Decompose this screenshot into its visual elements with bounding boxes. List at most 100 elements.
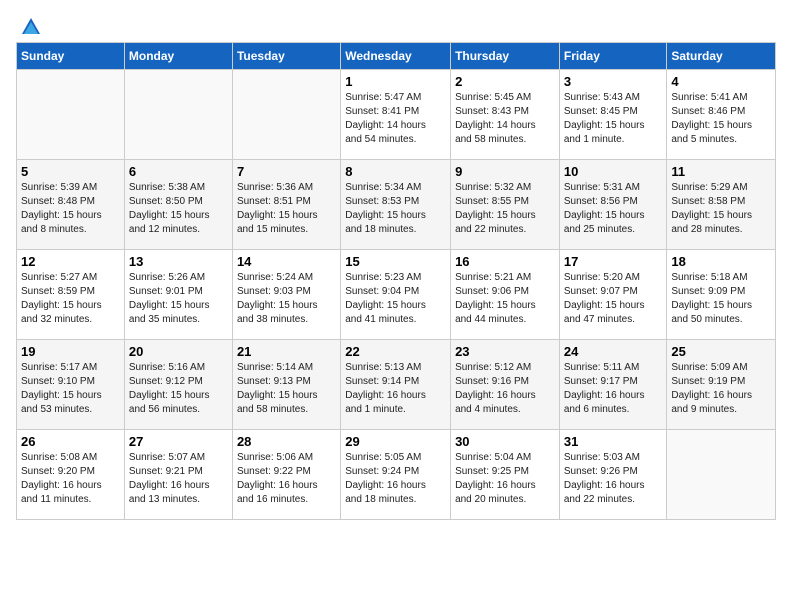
day-info: Sunrise: 5:06 AM Sunset: 9:22 PM Dayligh… [237, 451, 336, 507]
day-info: Sunrise: 5:04 AM Sunset: 9:25 PM Dayligh… [455, 451, 555, 507]
day-cell: 30Sunrise: 5:04 AM Sunset: 9:25 PM Dayli… [451, 430, 560, 520]
day-cell: 29 Sunrise: 5:05 AM Sunset: 9:24 PM Dayli… [341, 430, 451, 520]
day-info: Sunrise: 5:11 AM Sunset: 9:17 PM Dayligh… [564, 361, 663, 417]
day-cell: 28 Sunrise: 5:06 AM Sunset: 9:22 PM Dayli… [232, 430, 340, 520]
day-number: 3 [564, 74, 663, 89]
header-monday: Monday [124, 43, 232, 70]
week-row-2: 5 Sunrise: 5:39 AM Sunset: 8:48 PM Daylig… [17, 160, 776, 250]
day-cell [232, 70, 340, 160]
day-number: 18 [671, 254, 771, 269]
day-info: Sunrise: 5:05 AM Sunset: 9:24 PM Dayligh… [345, 451, 446, 507]
day-info: Sunrise: 5:41 AM Sunset: 8:46 PM Dayligh… [671, 91, 771, 147]
day-cell: 6Sunrise: 5:38 AM Sunset: 8:50 PM Daylig… [124, 160, 232, 250]
day-cell: 14 Sunrise: 5:24 AM Sunset: 9:03 PM Dayli… [232, 250, 340, 340]
header-thursday: Thursday [451, 43, 560, 70]
day-info: Sunrise: 5:26 AM Sunset: 9:01 PM Dayligh… [129, 271, 228, 327]
day-cell: 31 Sunrise: 5:03 AM Sunset: 9:26 PM Dayli… [559, 430, 667, 520]
day-cell: 19Sunrise: 5:17 AM Sunset: 9:10 PM Dayli… [17, 340, 125, 430]
day-cell [124, 70, 232, 160]
day-cell: 22Sunrise: 5:13 AM Sunset: 9:14 PM Dayli… [341, 340, 451, 430]
day-info: Sunrise: 5:43 AM Sunset: 8:45 PM Dayligh… [564, 91, 663, 147]
day-number: 6 [129, 164, 228, 179]
day-cell: 27Sunrise: 5:07 AM Sunset: 9:21 PM Dayli… [124, 430, 232, 520]
day-info: Sunrise: 5:14 AM Sunset: 9:13 PM Dayligh… [237, 361, 336, 417]
day-number: 17 [564, 254, 663, 269]
day-number: 29 [345, 434, 446, 449]
day-number: 10 [564, 164, 663, 179]
day-number: 12 [21, 254, 120, 269]
day-cell: 26 Sunrise: 5:08 AM Sunset: 9:20 PM Dayli… [17, 430, 125, 520]
day-cell [17, 70, 125, 160]
day-number: 13 [129, 254, 228, 269]
day-cell: 23 Sunrise: 5:12 AM Sunset: 9:16 PM Dayli… [451, 340, 560, 430]
day-number: 25 [671, 344, 771, 359]
day-info: Sunrise: 5:29 AM Sunset: 8:58 PM Dayligh… [671, 181, 771, 237]
logo [16, 16, 44, 34]
day-number: 7 [237, 164, 336, 179]
day-number: 5 [21, 164, 120, 179]
day-cell: 12Sunrise: 5:27 AM Sunset: 8:59 PM Dayli… [17, 250, 125, 340]
day-number: 31 [564, 434, 663, 449]
day-info: Sunrise: 5:18 AM Sunset: 9:09 PM Dayligh… [671, 271, 771, 327]
header-wednesday: Wednesday [341, 43, 451, 70]
day-cell: 2 Sunrise: 5:45 AM Sunset: 8:43 PM Daylig… [451, 70, 560, 160]
day-number: 1 [345, 74, 446, 89]
day-info: Sunrise: 5:39 AM Sunset: 8:48 PM Dayligh… [21, 181, 120, 237]
day-cell: 7 Sunrise: 5:36 AM Sunset: 8:51 PM Daylig… [232, 160, 340, 250]
day-cell: 10Sunrise: 5:31 AM Sunset: 8:56 PM Dayli… [559, 160, 667, 250]
day-cell: 17 Sunrise: 5:20 AM Sunset: 9:07 PM Dayli… [559, 250, 667, 340]
day-cell: 13 Sunrise: 5:26 AM Sunset: 9:01 PM Dayli… [124, 250, 232, 340]
day-info: Sunrise: 5:17 AM Sunset: 9:10 PM Dayligh… [21, 361, 120, 417]
week-row-5: 26 Sunrise: 5:08 AM Sunset: 9:20 PM Dayli… [17, 430, 776, 520]
week-row-4: 19Sunrise: 5:17 AM Sunset: 9:10 PM Dayli… [17, 340, 776, 430]
page-header [16, 16, 776, 34]
calendar-table: SundayMondayTuesdayWednesdayThursdayFrid… [16, 42, 776, 520]
day-cell: 20Sunrise: 5:16 AM Sunset: 9:12 PM Dayli… [124, 340, 232, 430]
day-cell: 16Sunrise: 5:21 AM Sunset: 9:06 PM Dayli… [451, 250, 560, 340]
day-info: Sunrise: 5:47 AM Sunset: 8:41 PM Dayligh… [345, 91, 446, 147]
header-sunday: Sunday [17, 43, 125, 70]
day-number: 2 [455, 74, 555, 89]
day-cell: 3 Sunrise: 5:43 AM Sunset: 8:45 PM Daylig… [559, 70, 667, 160]
header-friday: Friday [559, 43, 667, 70]
day-cell: 25 Sunrise: 5:09 AM Sunset: 9:19 PM Dayli… [667, 340, 776, 430]
day-number: 4 [671, 74, 771, 89]
day-info: Sunrise: 5:20 AM Sunset: 9:07 PM Dayligh… [564, 271, 663, 327]
day-info: Sunrise: 5:45 AM Sunset: 8:43 PM Dayligh… [455, 91, 555, 147]
day-info: Sunrise: 5:32 AM Sunset: 8:55 PM Dayligh… [455, 181, 555, 237]
day-info: Sunrise: 5:08 AM Sunset: 9:20 PM Dayligh… [21, 451, 120, 507]
day-number: 23 [455, 344, 555, 359]
day-number: 14 [237, 254, 336, 269]
day-info: Sunrise: 5:16 AM Sunset: 9:12 PM Dayligh… [129, 361, 228, 417]
day-info: Sunrise: 5:24 AM Sunset: 9:03 PM Dayligh… [237, 271, 336, 327]
day-info: Sunrise: 5:13 AM Sunset: 9:14 PM Dayligh… [345, 361, 446, 417]
day-info: Sunrise: 5:03 AM Sunset: 9:26 PM Dayligh… [564, 451, 663, 507]
day-cell: 18 Sunrise: 5:18 AM Sunset: 9:09 PM Dayli… [667, 250, 776, 340]
day-info: Sunrise: 5:23 AM Sunset: 9:04 PM Dayligh… [345, 271, 446, 327]
day-cell: 24 Sunrise: 5:11 AM Sunset: 9:17 PM Dayli… [559, 340, 667, 430]
week-row-1: 1 Sunrise: 5:47 AM Sunset: 8:41 PM Daylig… [17, 70, 776, 160]
day-number: 24 [564, 344, 663, 359]
day-number: 21 [237, 344, 336, 359]
day-number: 26 [21, 434, 120, 449]
day-cell: 1 Sunrise: 5:47 AM Sunset: 8:41 PM Daylig… [341, 70, 451, 160]
day-cell [667, 430, 776, 520]
day-number: 28 [237, 434, 336, 449]
header-tuesday: Tuesday [232, 43, 340, 70]
week-row-3: 12Sunrise: 5:27 AM Sunset: 8:59 PM Dayli… [17, 250, 776, 340]
day-cell: 11 Sunrise: 5:29 AM Sunset: 8:58 PM Dayli… [667, 160, 776, 250]
day-info: Sunrise: 5:07 AM Sunset: 9:21 PM Dayligh… [129, 451, 228, 507]
day-number: 9 [455, 164, 555, 179]
day-info: Sunrise: 5:36 AM Sunset: 8:51 PM Dayligh… [237, 181, 336, 237]
day-cell: 4 Sunrise: 5:41 AM Sunset: 8:46 PM Daylig… [667, 70, 776, 160]
day-cell: 15Sunrise: 5:23 AM Sunset: 9:04 PM Dayli… [341, 250, 451, 340]
header-saturday: Saturday [667, 43, 776, 70]
logo-icon [20, 16, 42, 38]
day-cell: 8Sunrise: 5:34 AM Sunset: 8:53 PM Daylig… [341, 160, 451, 250]
day-number: 16 [455, 254, 555, 269]
day-info: Sunrise: 5:12 AM Sunset: 9:16 PM Dayligh… [455, 361, 555, 417]
day-info: Sunrise: 5:09 AM Sunset: 9:19 PM Dayligh… [671, 361, 771, 417]
day-cell: 21 Sunrise: 5:14 AM Sunset: 9:13 PM Dayli… [232, 340, 340, 430]
calendar-body: 1 Sunrise: 5:47 AM Sunset: 8:41 PM Daylig… [17, 70, 776, 520]
day-number: 11 [671, 164, 771, 179]
